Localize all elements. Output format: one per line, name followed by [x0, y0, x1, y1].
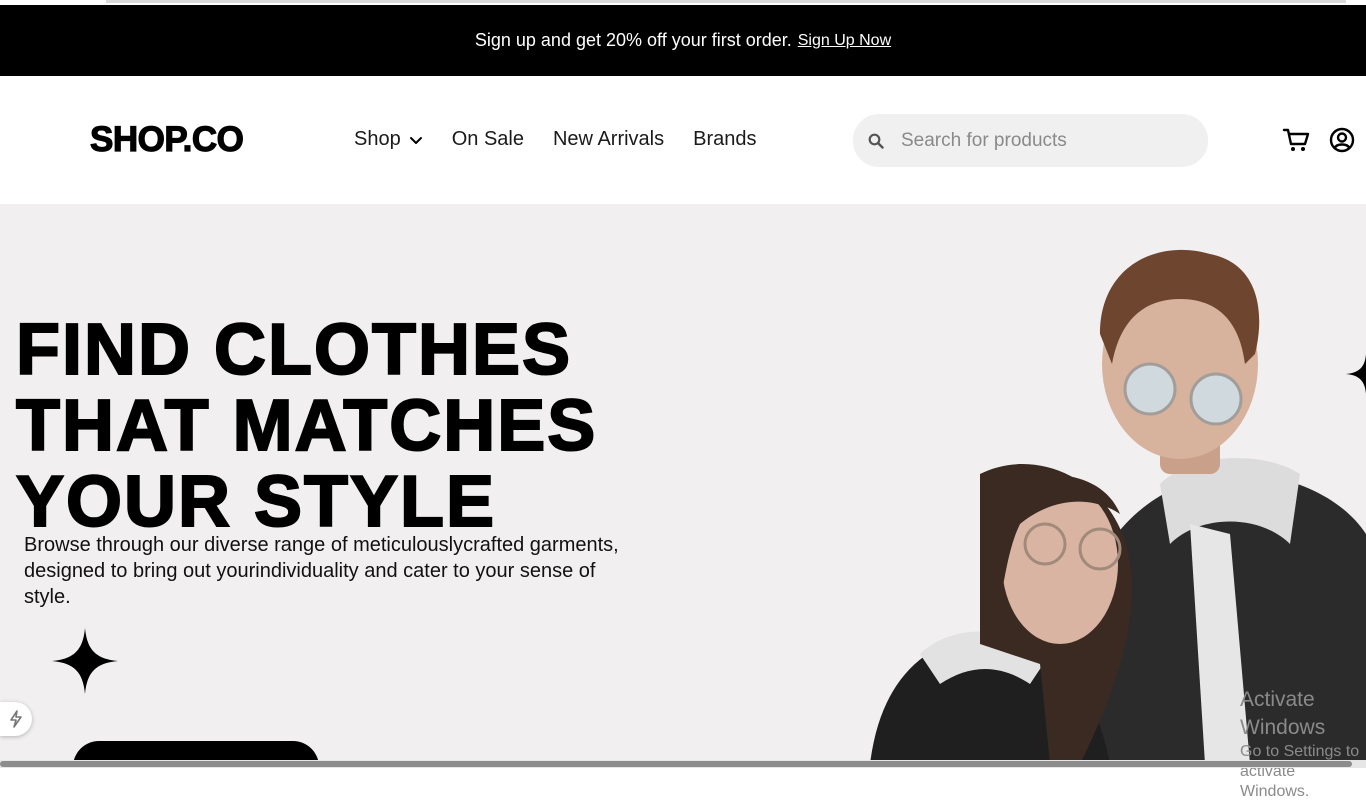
nav-item-label: On Sale — [451, 128, 524, 150]
nav-item-new-arrivals[interactable]: New Arrivals — [553, 128, 664, 151]
nav-item-label: Shop — [354, 128, 401, 150]
hero-title: FIND CLOTHES THAT MATCHES YOUR STYLE — [15, 310, 598, 542]
nav-item-on-sale[interactable]: On Sale — [452, 128, 524, 151]
shop-now-button[interactable] — [73, 741, 319, 760]
scrollbar-thumb[interactable] — [0, 761, 1352, 767]
watermark-subtitle: Go to Settings to activate Windows. — [1240, 743, 1360, 800]
search-bar[interactable] — [853, 114, 1208, 167]
lightning-bolt-icon — [10, 710, 22, 728]
user-account-icon[interactable] — [1329, 127, 1355, 153]
nav-item-label: Brands — [693, 128, 757, 150]
nav-item-shop[interactable]: Shop — [354, 128, 423, 151]
cart-icon[interactable] — [1282, 126, 1310, 154]
nav-item-brands[interactable]: Brands — [693, 128, 756, 151]
nav-links: Shop On Sale New Arrivals Brands — [354, 128, 786, 151]
sparkle-star-icon — [52, 628, 118, 694]
promo-text: Sign up and get 20% off your first order… — [474, 30, 792, 50]
watermark-title: Activate Windows — [1240, 688, 1326, 739]
search-input[interactable] — [899, 128, 1193, 153]
navbar: SHOP.CO Shop On Sale New Arrivals Brands — [0, 76, 1366, 204]
chevron-down-icon — [409, 136, 422, 144]
promo-bar: Sign up and get 20% off your first order… — [0, 5, 1366, 76]
horizontal-scrollbar[interactable] — [0, 760, 1366, 768]
activate-windows-watermark: Activate Windows Go to Settings to activ… — [1240, 686, 1366, 802]
site-logo[interactable]: SHOP.CO — [89, 118, 244, 162]
sign-up-link[interactable]: Sign Up Now — [798, 32, 891, 50]
search-icon — [867, 132, 885, 150]
hero-section: FIND CLOTHES THAT MATCHES YOUR STYLE Bro… — [0, 204, 1366, 760]
nav-item-label: New Arrivals — [552, 128, 665, 150]
hero-models-photo — [870, 249, 1366, 760]
top-strip-line — [106, 0, 1346, 3]
hero-description: Browse through our diverse range of meti… — [24, 534, 619, 608]
